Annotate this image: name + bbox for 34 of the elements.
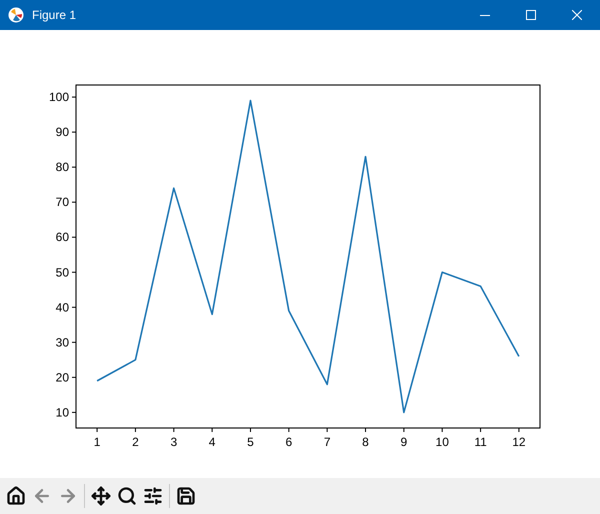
x-tick-label: 8 xyxy=(362,435,369,449)
y-tick-label: 10 xyxy=(56,405,69,420)
y-tick-label: 30 xyxy=(56,335,69,350)
x-tick-label: 6 xyxy=(285,435,292,449)
x-tick-label: 7 xyxy=(324,435,331,449)
y-tick-label: 70 xyxy=(56,195,69,210)
x-tick-label: 10 xyxy=(436,435,449,449)
arrow-right-icon xyxy=(58,486,78,506)
x-tick-label: 11 xyxy=(474,435,487,449)
y-tick-label: 40 xyxy=(56,300,69,314)
maximize-icon xyxy=(526,10,536,20)
x-tick-label: 1 xyxy=(94,435,100,449)
move-icon xyxy=(91,486,111,506)
search-icon xyxy=(117,486,137,506)
y-tick-label: 20 xyxy=(56,370,69,384)
y-tick-label: 100 xyxy=(48,90,69,104)
save-icon xyxy=(176,486,196,506)
y-tick-label: 60 xyxy=(56,230,69,244)
arrow-left-icon xyxy=(32,486,52,506)
x-tick-label: 2 xyxy=(132,435,139,449)
sliders-icon xyxy=(143,486,163,506)
close-icon xyxy=(572,10,582,20)
app-logo-icon xyxy=(8,7,24,23)
y-tick-label: 90 xyxy=(56,125,69,140)
x-tick-label: 9 xyxy=(400,435,408,449)
y-tick-label: 80 xyxy=(56,160,69,174)
window-title: Figure 1 xyxy=(32,7,76,24)
x-tick-label: 4 xyxy=(208,435,216,449)
x-tick-label: 12 xyxy=(512,435,526,449)
home-icon xyxy=(6,486,26,506)
minimize-icon xyxy=(480,14,490,16)
x-tick-label: 5 xyxy=(247,435,254,449)
y-tick-label: 50 xyxy=(56,265,69,280)
x-tick-label: 3 xyxy=(170,435,178,449)
